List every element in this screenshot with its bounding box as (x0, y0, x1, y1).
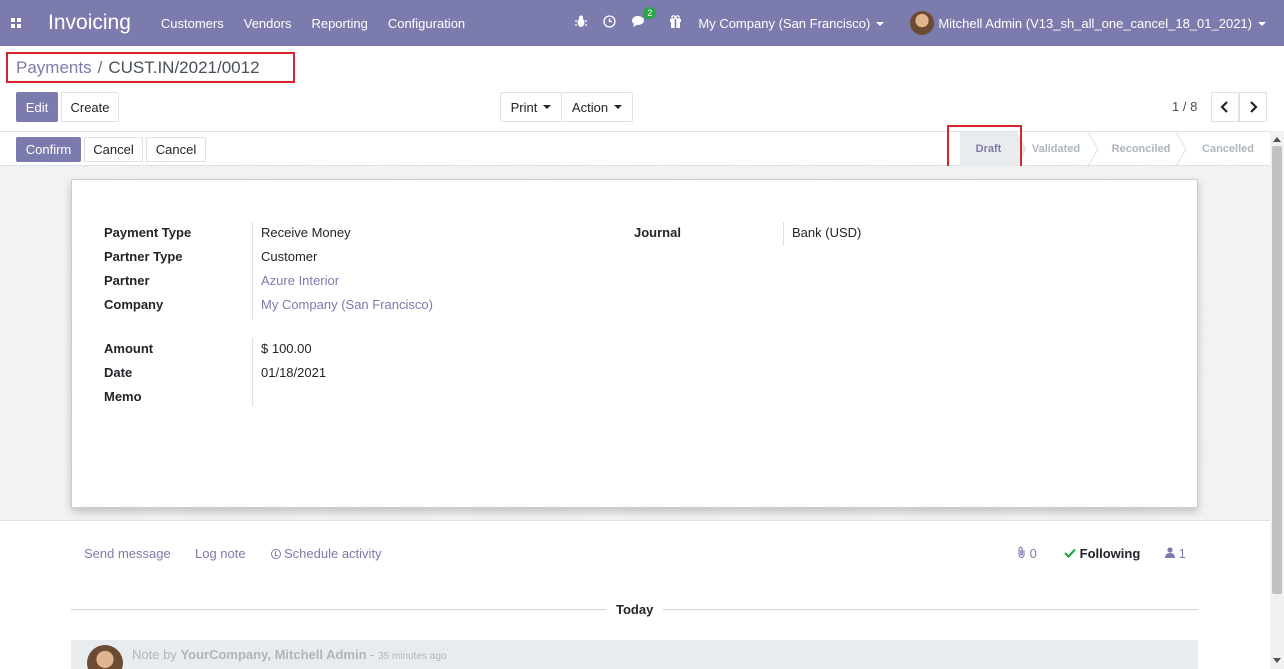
payment-type-value: Receive Money (261, 225, 351, 240)
paperclip-icon (1018, 546, 1025, 559)
create-button[interactable]: Create (61, 92, 119, 122)
pager-previous-button[interactable] (1211, 92, 1239, 122)
breadcrumb-payments-link[interactable]: Payments (16, 58, 92, 78)
note-author[interactable]: YourCompany, Mitchell Admin (180, 647, 366, 662)
date-value: 01/18/2021 (261, 365, 327, 380)
menu-vendors[interactable]: Vendors (244, 16, 292, 31)
partner-label: Partner (104, 273, 150, 288)
breadcrumb-current: CUST.IN/2021/0012 (108, 57, 260, 77)
following-button[interactable]: Following (1064, 546, 1140, 561)
field-divider (252, 222, 253, 319)
stage-reconciled[interactable]: Reconciled (1104, 132, 1178, 166)
timeline-divider-left (71, 609, 606, 610)
edit-button[interactable]: Edit (16, 92, 58, 122)
caret-down-icon (1258, 22, 1266, 27)
user-avatar[interactable] (910, 11, 935, 35)
schedule-activity-label: Schedule activity (284, 546, 382, 561)
user-name: Mitchell Admin (V13_sh_all_one_cancel_18… (938, 15, 1252, 31)
activity-clock-icon[interactable] (603, 15, 617, 31)
check-icon (1064, 548, 1076, 559)
menu-configuration[interactable]: Configuration (388, 16, 465, 31)
company-link[interactable]: My Company (San Francisco) (261, 297, 433, 312)
followers-count: 1 (1178, 546, 1186, 561)
timeline-divider-right (663, 609, 1198, 610)
stage-validated[interactable]: Validated (1026, 132, 1086, 166)
user-icon (1165, 547, 1175, 558)
action-label: Action (571, 99, 609, 115)
attachments-button[interactable]: 0 (1017, 546, 1037, 561)
cancel-button[interactable]: Cancel (84, 137, 143, 162)
log-note-button[interactable]: Log note (195, 546, 246, 561)
debug-bug-icon[interactable] (575, 15, 588, 31)
menu-reporting[interactable]: Reporting (311, 16, 367, 31)
action-dropdown[interactable]: Action (561, 92, 633, 122)
breadcrumb: Payments / CUST.IN/2021/0012 (6, 52, 295, 83)
payment-type-label: Payment Type (104, 225, 192, 240)
top-navbar: Invoicing Customers Vendors Reporting Co… (0, 0, 1284, 46)
partner-link[interactable]: Azure Interior (261, 273, 339, 288)
note-prefix: Note by (132, 647, 177, 662)
pager-next-button[interactable] (1239, 92, 1267, 122)
amount-value: $ 100.00 (261, 341, 312, 356)
company-switcher[interactable]: My Company (San Francisco) (698, 15, 885, 31)
schedule-activity-button[interactable]: Schedule activity (271, 546, 382, 561)
caret-down-icon (876, 22, 885, 27)
journal-value: Bank (USD) (792, 225, 862, 240)
user-menu[interactable]: Mitchell Admin (V13_sh_all_one_cancel_18… (938, 16, 1266, 31)
pager-value[interactable]: 1 / 8 (1172, 99, 1197, 114)
field-divider (252, 338, 253, 406)
send-message-button[interactable]: Send message (84, 546, 171, 561)
journal-label: Journal (634, 225, 681, 240)
confirm-button[interactable]: Confirm (16, 137, 81, 162)
partner-type-label: Partner Type (104, 249, 183, 264)
caret-down-icon (543, 105, 552, 109)
gift-icon[interactable] (669, 15, 682, 31)
scroll-up-icon[interactable] (1273, 137, 1281, 142)
app-title[interactable]: Invoicing (48, 11, 131, 35)
chevron-left-icon (1220, 101, 1228, 113)
menu-customers[interactable]: Customers (161, 16, 224, 31)
field-divider (783, 222, 784, 246)
company-label: Company (104, 297, 164, 312)
status-bar: Confirm Cancel Cancel Draft Validated Re… (0, 131, 1270, 166)
amount-label: Amount (104, 341, 154, 356)
today-separator: Today (616, 602, 654, 617)
memo-label: Memo (104, 389, 142, 404)
note-timestamp: 35 minutes ago (378, 651, 447, 662)
print-dropdown[interactable]: Print (500, 92, 562, 122)
scroll-down-icon[interactable] (1273, 658, 1281, 663)
attachments-count: 0 (1029, 546, 1037, 561)
chat-count-badge: 2 (643, 7, 657, 19)
caret-down-icon (614, 105, 623, 109)
breadcrumb-separator: / (97, 57, 103, 77)
chevron-right-icon (1250, 101, 1258, 113)
print-label: Print (510, 99, 538, 115)
partner-type-value: Customer (261, 249, 318, 264)
navbar-systray: 2 My Company (San Francisco) Mitchell Ad… (575, 0, 1284, 46)
following-label: Following (1079, 546, 1141, 561)
stage-cancelled[interactable]: Cancelled (1196, 132, 1260, 166)
message-header: Note by YourCompany, Mitchell Admin - 35… (132, 647, 447, 662)
cancel-button-2[interactable]: Cancel (146, 137, 206, 162)
apps-menu-icon[interactable] (0, 0, 32, 46)
stage-arrow (1176, 132, 1187, 166)
clock-icon (271, 549, 281, 559)
followers-button[interactable]: 1 (1165, 546, 1186, 561)
company-name: My Company (San Francisco) (698, 15, 871, 31)
scrollbar-thumb[interactable] (1272, 146, 1282, 594)
date-label: Date (104, 365, 133, 380)
note-separator: - (366, 647, 379, 662)
messaging-chat-icon[interactable]: 2 (632, 7, 657, 31)
stage-arrow (1088, 132, 1099, 166)
